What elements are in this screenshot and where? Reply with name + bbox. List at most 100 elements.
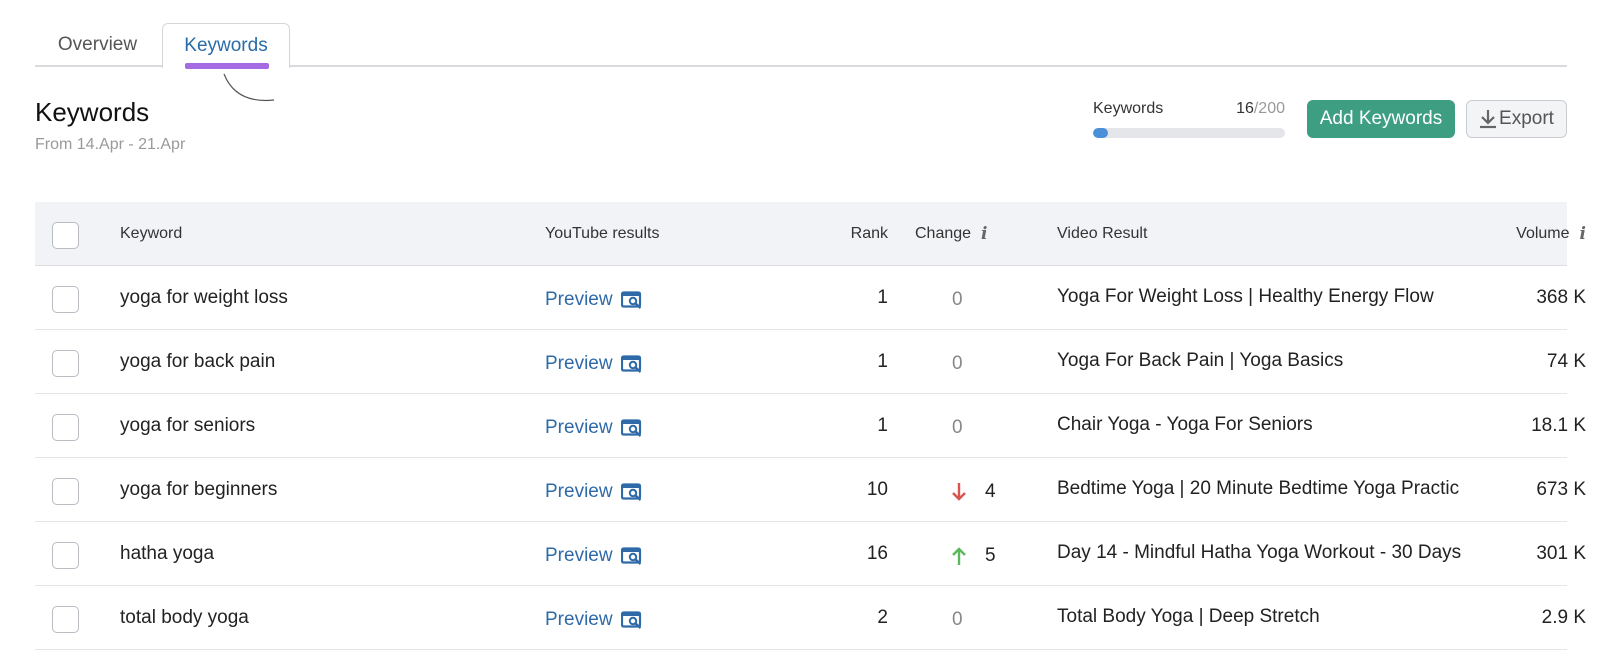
volume-cell: 301 K [1536,543,1586,564]
table-body: yoga for weight loss Preview 1 0 Yoga Fo… [35,266,1586,650]
rank-cell: 10 [866,479,888,500]
page-title: Keywords [35,97,150,127]
arrow-up-icon [952,546,966,565]
preview-link[interactable]: Preview [545,353,643,375]
col-video-result: Video Result [1057,225,1148,242]
video-result-cell: Chair Yoga - Yoga For Seniors [1057,394,1477,458]
preview-label: Preview [545,480,613,502]
volume-cell: 673 K [1536,479,1586,500]
video-title: Bedtime Yoga | 20 Minute Bedtime Yoga Pr… [1057,477,1460,499]
change-cell: 0 [915,394,1015,458]
preview-label: Preview [545,544,613,566]
table-row: yoga for seniors Preview 1 0 Chair Yoga … [35,394,1586,458]
export-label: Export [1499,108,1554,129]
keyword-cell: hatha yoga [120,543,215,564]
col-keyword[interactable]: Keyword [120,202,182,266]
preview-search-icon [620,546,641,565]
date-range: From 14.Apr - 21.Apr [35,136,186,153]
preview-search-icon [620,354,641,373]
video-title: Chair Yoga - Yoga For Seniors [1057,413,1313,435]
row-checkbox[interactable] [52,478,79,505]
change-value: 0 [952,608,963,630]
preview-link[interactable]: Preview [545,545,643,567]
info-icon[interactable]: i [1580,224,1586,244]
video-title: Yoga For Back Pain | Yoga Basics [1057,349,1344,371]
rank-cell: 1 [877,351,888,372]
row-checkbox[interactable] [52,542,79,569]
decorative-curve [223,73,275,102]
keyword-cell: yoga for back pain [120,351,276,372]
change-cell: 0 [915,586,1015,650]
change-value: 0 [952,288,963,310]
volume-cell: 18.1 K [1531,415,1586,436]
volume-cell: 2.9 K [1541,607,1586,628]
preview-link[interactable]: Preview [545,289,643,311]
quota-progress-bar [1093,128,1285,138]
preview-label: Preview [545,288,613,310]
keyword-quota: Keywords 16/200 [1093,100,1285,138]
tab-bar: Overview Keywords [35,23,1567,69]
col-rank[interactable]: Rank [780,202,888,266]
change-value: 0 [952,352,963,374]
rank-cell: 1 [877,415,888,436]
change-cell: 0 [915,330,1015,394]
video-result-cell: Total Body Yoga | Deep Stretch [1057,586,1477,650]
tab-keywords-label: Keywords [184,35,268,56]
preview-link[interactable]: Preview [545,481,643,503]
volume-cell: 74 K [1546,351,1586,372]
preview-search-icon [620,418,641,437]
row-checkbox[interactable] [52,350,79,377]
preview-label: Preview [545,608,613,630]
volume-cell: 368 K [1536,287,1586,308]
keyword-cell: yoga for weight loss [120,287,288,308]
row-checkbox[interactable] [52,606,79,633]
video-title: Yoga For Weight Loss | Healthy Energy Fl… [1057,285,1434,307]
preview-link[interactable]: Preview [545,417,643,439]
keyword-cell: yoga for beginners [120,479,278,500]
table-header: Keyword YouTube results Rank Change i Vi… [35,202,1586,266]
arrow-down-icon [952,482,966,501]
col-youtube-results: YouTube results [545,225,660,242]
rank-cell: 16 [866,543,888,564]
preview-search-icon [620,610,641,629]
download-icon [1480,110,1497,129]
table-row: yoga for weight loss Preview 1 0 Yoga Fo… [35,266,1586,330]
change-cell: 4 [915,458,1015,522]
select-all-checkbox[interactable] [52,222,79,249]
video-result-cell: Yoga For Weight Loss | Healthy Energy Fl… [1057,266,1477,330]
info-icon[interactable]: i [981,224,987,244]
active-tab-indicator [185,63,269,69]
table-row: total body yoga Preview 2 0 Total Body Y… [35,586,1586,650]
table-row: hatha yoga Preview 16 5 Day 14 - Mindful… [35,522,1586,586]
video-result-cell: Bedtime Yoga | 20 Minute Bedtime Yoga Pr… [1057,458,1477,522]
tab-keywords[interactable]: Keywords [162,23,290,69]
video-title: Total Body Yoga | Deep Stretch [1057,605,1320,627]
keyword-cell: total body yoga [120,607,249,628]
col-change-label: Change [915,225,972,242]
change-value: 4 [985,480,996,502]
preview-label: Preview [545,352,613,374]
rank-cell: 1 [877,287,888,308]
keyword-cell: yoga for seniors [120,415,256,436]
quota-max: /200 [1253,100,1285,117]
change-value: 0 [952,416,963,438]
row-checkbox[interactable] [52,414,79,441]
change-cell: 5 [915,522,1015,586]
row-checkbox[interactable] [52,286,79,313]
video-title: Day 14 - Mindful Hatha Yoga Workout - 30… [1057,541,1462,563]
preview-link[interactable]: Preview [545,609,643,631]
tab-overview[interactable]: Overview [35,23,160,67]
quota-count: 16/200 [1236,100,1285,118]
preview-search-icon [620,290,641,309]
quota-used: 16 [1236,100,1254,117]
preview-search-icon [620,482,641,501]
quota-progress-fill [1093,128,1109,138]
video-result-cell: Day 14 - Mindful Hatha Yoga Workout - 30… [1057,522,1477,586]
change-cell: 0 [915,266,1015,330]
video-result-cell: Yoga For Back Pain | Yoga Basics [1057,330,1477,394]
add-keywords-button[interactable]: Add Keywords [1307,100,1455,138]
rank-cell: 2 [877,607,888,628]
col-change[interactable]: Change i [915,202,1015,266]
export-button[interactable]: Export [1466,100,1567,138]
col-volume[interactable]: Volume i [1415,202,1586,266]
